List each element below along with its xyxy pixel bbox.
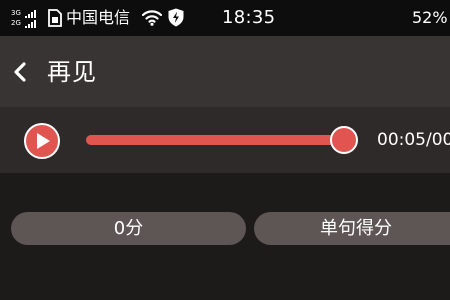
progress-track[interactable]	[86, 135, 344, 145]
signal-row-2g: 2G	[11, 19, 36, 28]
carrier-name: 中国电信	[66, 8, 131, 27]
progress-thumb[interactable]	[330, 126, 358, 154]
page-title: 再见	[47, 58, 97, 86]
shield-bolt-icon	[168, 8, 184, 27]
play-button[interactable]	[24, 123, 60, 159]
progress-fill	[86, 135, 344, 145]
status-bar: 3G 2G 中国电信 18:35 52%	[0, 0, 450, 36]
network-type-2g: 2G	[11, 19, 21, 27]
play-icon	[37, 133, 50, 149]
top-app-bar: 再见	[0, 36, 450, 107]
total-score-pill[interactable]: 0分	[11, 212, 246, 245]
sentence-score-pill[interactable]: 单句得分	[254, 212, 450, 245]
status-clock: 18:35	[222, 7, 276, 28]
signal-indicator: 3G 2G	[11, 9, 43, 29]
signal-bars-icon	[25, 9, 36, 18]
playback-time: 00:05/00	[377, 130, 450, 150]
app-screen: 3G 2G 中国电信 18:35 52% 再见 00:05/00 0分 单句得分	[0, 0, 450, 300]
wifi-icon	[142, 10, 162, 26]
signal-bars-icon	[25, 19, 36, 28]
signal-row-3g: 3G	[11, 9, 36, 18]
back-chevron-icon[interactable]	[11, 61, 29, 83]
battery-percent: 52%	[412, 8, 448, 27]
sim-card-icon	[48, 9, 62, 27]
network-type-3g: 3G	[11, 9, 21, 17]
audio-player: 00:05/00	[0, 107, 450, 173]
